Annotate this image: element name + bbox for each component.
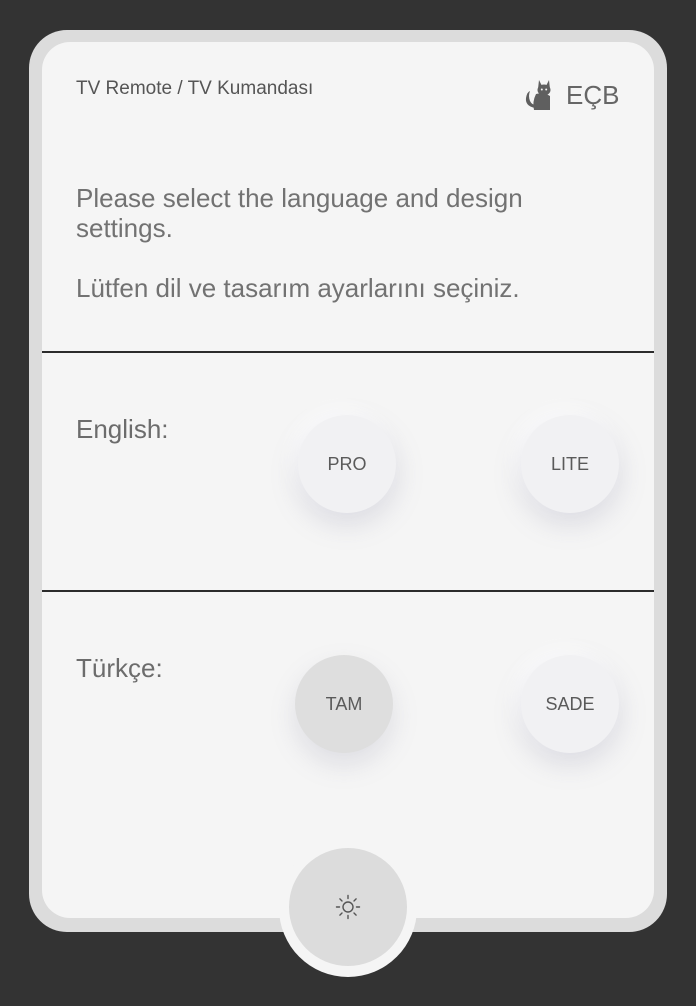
- sun-icon: [335, 894, 361, 920]
- brand-logo: EÇB: [522, 76, 622, 112]
- intro-text: Please select the language and design se…: [76, 183, 616, 303]
- theme-toggle-button[interactable]: [289, 848, 407, 966]
- app-title: TV Remote / TV Kumandası: [76, 78, 314, 99]
- brand-text: EÇB: [566, 80, 620, 110]
- turkish-label: Türkçe:: [76, 653, 163, 683]
- turkish-tam-button[interactable]: TAM: [295, 655, 393, 753]
- english-lite-button[interactable]: LITE: [521, 415, 619, 513]
- intro-turkish: Lütfen dil ve tasarım ayarlarını seçiniz…: [76, 273, 520, 303]
- intro-english: Please select the language and design se…: [76, 183, 523, 243]
- divider: [42, 351, 654, 353]
- english-pro-button[interactable]: PRO: [298, 415, 396, 513]
- cat-icon: [525, 80, 551, 110]
- divider: [42, 590, 654, 592]
- turkish-sade-button[interactable]: SADE: [521, 655, 619, 753]
- english-label: English:: [76, 414, 169, 444]
